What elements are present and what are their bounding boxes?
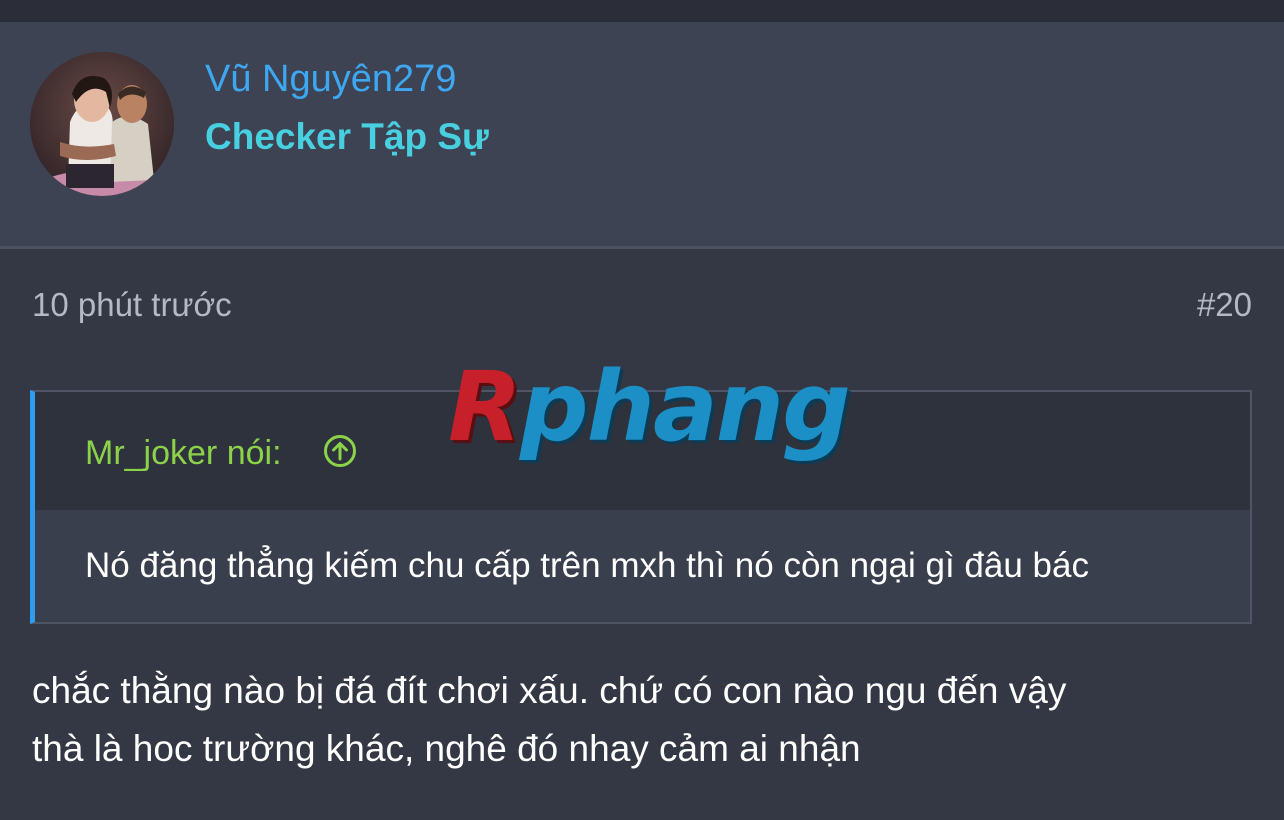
post-message: chắc thằng nào bị đá đít chơi xấu. chứ c… — [32, 662, 1252, 778]
message-line-2: thà là hoc trường khác, nghê đó nhay cảm… — [32, 728, 861, 769]
message-line-1: chắc thằng nào bị đá đít chơi xấu. chứ c… — [32, 670, 1067, 711]
username-link[interactable]: Vũ Nguyên279 — [205, 58, 456, 101]
quote-author[interactable]: Mr_joker nói: — [85, 434, 282, 473]
top-bar — [0, 0, 1284, 22]
user-header: Vũ Nguyên279 Checker Tập Sự — [0, 22, 1284, 249]
watermark-rest: phang — [519, 351, 851, 463]
quote-body: Nó đăng thẳng kiếm chu cấp trên mxh thì … — [35, 510, 1250, 622]
quote-text: Nó đăng thẳng kiếm chu cấp trên mxh thì … — [85, 546, 1089, 585]
user-avatar[interactable] — [30, 52, 174, 196]
post-timestamp: 10 phút trước — [32, 286, 232, 323]
user-title: Checker Tập Sự — [205, 116, 489, 157]
arrow-up-circle-icon[interactable] — [323, 434, 357, 468]
watermark-first-letter: R — [448, 351, 522, 463]
post-number-link[interactable]: #20 — [1197, 286, 1252, 324]
avatar-photo-icon — [30, 52, 174, 196]
watermark-logo: Rphang — [448, 351, 851, 463]
